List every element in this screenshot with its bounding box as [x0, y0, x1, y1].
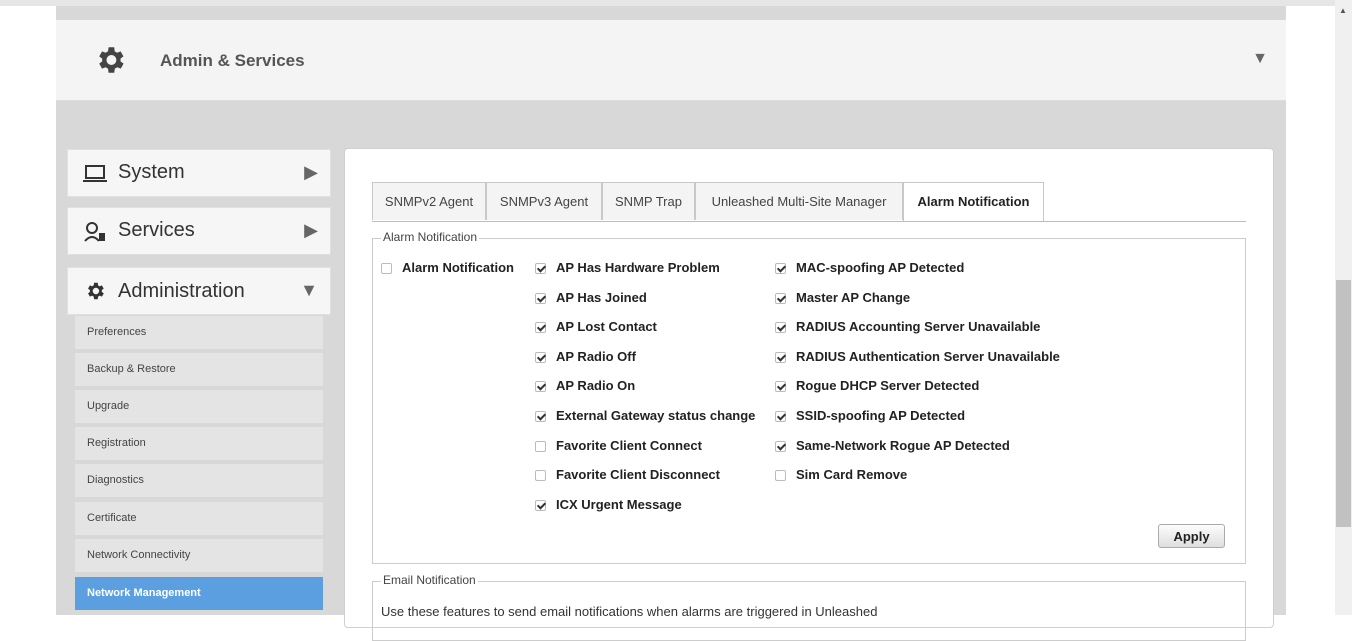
checkbox-label: RADIUS Authentication Server Unavailable — [796, 348, 1060, 364]
sidebar-item-administration[interactable]: Administration ▼ — [67, 267, 331, 315]
checkbox-label: AP Radio Off — [556, 348, 636, 364]
email-description: Use these features to send email notific… — [381, 604, 878, 619]
sidebar-item-label: Services — [118, 219, 195, 241]
sidebar-subitem-backup-restore[interactable]: Backup & Restore — [75, 353, 323, 386]
checkbox-label: ICX Urgent Message — [556, 496, 682, 512]
checkbox[interactable] — [535, 411, 546, 422]
apply-button[interactable]: Apply — [1158, 524, 1225, 548]
checkbox-label: External Gateway status change — [556, 408, 756, 423]
laptop-icon — [83, 165, 107, 182]
group-legend: Email Notification — [381, 573, 478, 587]
sidebar-item-services[interactable]: Services ▶ — [67, 207, 331, 255]
checkbox-label: Rogue DHCP Server Detected — [796, 378, 980, 394]
checkbox-label: RADIUS Accounting Server Unavailable — [796, 319, 1041, 335]
sidebar-item-label: System — [118, 161, 185, 183]
checkbox-label: Master AP Change — [796, 289, 911, 305]
checkbox-label: Same-Network Rogue AP Detected — [796, 437, 1010, 453]
sidebar-subitem-registration[interactable]: Registration — [75, 427, 323, 460]
tab-snmp-trap[interactable]: SNMP Trap — [602, 182, 695, 220]
checkbox[interactable] — [775, 351, 786, 363]
checkbox[interactable] — [775, 411, 786, 422]
checkbox[interactable] — [535, 440, 546, 452]
group-legend: Alarm Notification — [381, 230, 480, 244]
checkbox[interactable] — [535, 499, 546, 511]
checkbox[interactable] — [535, 292, 546, 304]
checkbox-label: AP Has Joined — [556, 289, 647, 305]
expand-arrow-icon: ▶ — [304, 162, 318, 182]
tab-snmpv2-agent[interactable]: SNMPv2 Agent — [372, 182, 486, 220]
expand-arrow-icon: ▶ — [304, 220, 318, 240]
tab-divider — [372, 221, 1246, 222]
sidebar-subitem-diagnostics[interactable]: Diagnostics — [75, 464, 323, 497]
alarm-notification-group: Alarm Notification — [372, 230, 1246, 564]
scrollbar-thumb[interactable] — [1336, 280, 1351, 527]
collapse-arrow-icon: ▼ — [300, 280, 318, 300]
checkbox-label: AP Lost Contact — [556, 319, 657, 335]
checkbox-label: Alarm Notification — [402, 260, 514, 275]
sidebar-subitem-preferences[interactable]: Preferences — [75, 316, 323, 349]
sidebar-subitem-certificate[interactable]: Certificate — [75, 502, 323, 535]
checkbox[interactable] — [775, 263, 786, 274]
checkbox-label: Favorite Client Disconnect — [556, 467, 720, 483]
checkbox-label: AP Radio On — [556, 378, 636, 394]
section-header[interactable]: Admin & Services ▼ — [56, 20, 1286, 101]
section-title: Admin & Services — [160, 51, 305, 70]
sidebar-subitem-network-management[interactable]: Network Management — [75, 577, 323, 610]
services-icon — [84, 222, 105, 242]
tab-alarm-notification[interactable]: Alarm Notification — [903, 182, 1044, 222]
checkbox-label: MAC-spoofing AP Detected — [796, 260, 965, 275]
checkbox[interactable] — [535, 470, 546, 482]
checkbox[interactable] — [381, 263, 392, 274]
checkbox[interactable] — [775, 322, 786, 334]
gear-icon — [99, 47, 124, 73]
checkbox-label: Favorite Client Connect — [556, 437, 702, 453]
checkbox[interactable] — [535, 322, 546, 334]
checkbox[interactable] — [535, 351, 546, 363]
sidebar-item-system[interactable]: System ▶ — [67, 149, 331, 197]
checkbox-label: AP Has Hardware Problem — [556, 260, 720, 275]
checkbox[interactable] — [535, 381, 546, 393]
tab-snmpv3-agent[interactable]: SNMPv3 Agent — [486, 182, 602, 220]
checkbox[interactable] — [775, 292, 786, 304]
sidebar-subitem-network-connectivity[interactable]: Network Connectivity — [75, 539, 323, 572]
sidebar-item-label: Administration — [118, 280, 245, 302]
checkbox[interactable] — [775, 381, 786, 393]
gear-icon — [88, 282, 104, 300]
checkbox-label: SSID-spoofing AP Detected — [796, 408, 966, 423]
checkbox-label: Sim Card Remove — [796, 467, 908, 483]
checkbox[interactable] — [775, 440, 786, 452]
checkbox[interactable] — [775, 470, 786, 482]
sidebar-subitem-upgrade[interactable]: Upgrade — [75, 390, 323, 423]
collapse-icon[interactable]: ▼ — [1252, 50, 1268, 68]
checkbox[interactable] — [535, 263, 546, 274]
scroll-up-arrow-icon[interactable]: ▲ — [1339, 6, 1347, 15]
tab-unleashed-multi-site-manager[interactable]: Unleashed Multi-Site Manager — [695, 182, 903, 220]
